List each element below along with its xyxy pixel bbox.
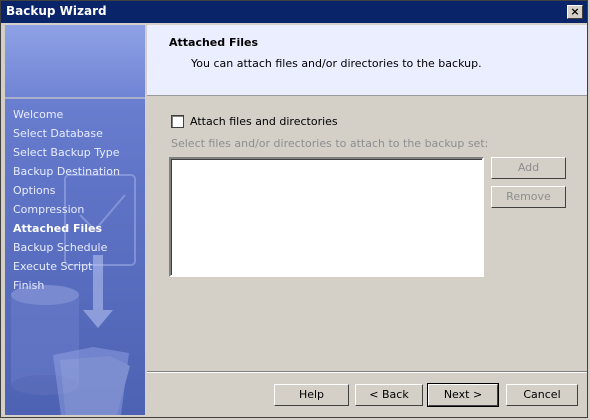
step-backup-destination: Backup Destination (13, 165, 120, 178)
title-bar[interactable]: Backup Wizard × (1, 1, 587, 23)
page-title: Attached Files (169, 36, 259, 49)
attached-files-list[interactable] (169, 157, 484, 277)
attach-files-label[interactable]: Attach files and directories (190, 115, 338, 128)
step-backup-schedule: Backup Schedule (13, 241, 108, 254)
step-select-database: Select Database (13, 127, 103, 140)
step-welcome: Welcome (13, 108, 64, 121)
help-button[interactable]: Help (274, 384, 349, 406)
backup-wizard-window: Backup Wizard × Welcome Select Database … (0, 0, 588, 418)
attach-hint-text: Select files and/or directories to attac… (171, 137, 489, 150)
add-button[interactable]: Add (491, 157, 566, 179)
close-icon: × (570, 5, 580, 18)
step-attached-files: Attached Files (13, 222, 103, 235)
step-execute-script: Execute Script (13, 260, 93, 273)
wizard-sidebar: Welcome Select Database Select Backup Ty… (5, 25, 145, 415)
wizard-steps: Welcome Select Database Select Backup Ty… (13, 105, 120, 295)
footer-divider (147, 371, 587, 373)
close-button[interactable]: × (567, 5, 583, 19)
next-button[interactable]: Next > (427, 383, 499, 407)
step-options: Options (13, 184, 56, 197)
page-subtitle: You can attach files and/or directories … (191, 57, 482, 70)
cancel-button[interactable]: Cancel (506, 384, 578, 406)
attach-files-checkbox-row[interactable]: Attach files and directories (171, 115, 338, 128)
back-button[interactable]: < Back (355, 384, 423, 406)
page-content: Attach files and directories Select file… (147, 97, 587, 371)
attach-files-checkbox[interactable] (171, 115, 184, 128)
step-compression: Compression (13, 203, 85, 216)
page-header: Attached Files You can attach files and/… (147, 25, 587, 96)
step-select-backup-type: Select Backup Type (13, 146, 120, 159)
window-title: Backup Wizard (6, 4, 107, 18)
remove-button[interactable]: Remove (491, 186, 566, 208)
step-finish: Finish (13, 279, 45, 292)
